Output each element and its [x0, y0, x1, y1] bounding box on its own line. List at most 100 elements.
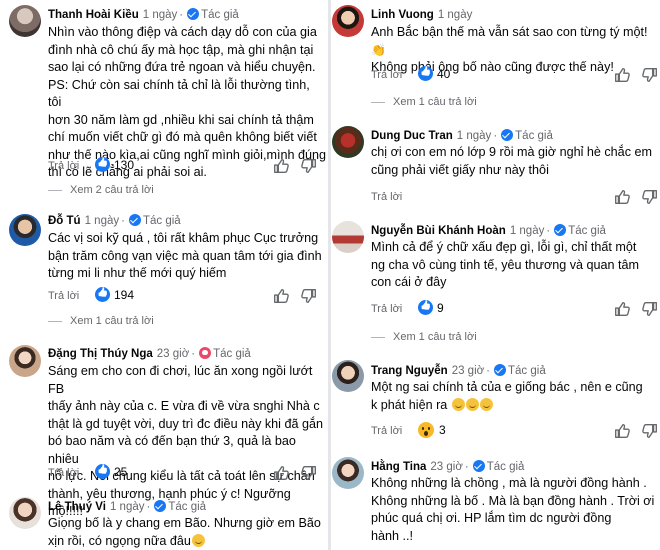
comment-actions: Trả lời 3: [371, 422, 657, 440]
verified-icon: [494, 364, 507, 376]
comment-time[interactable]: 23 giờ: [430, 461, 462, 473]
comment-actions: Trả lời 9: [371, 300, 657, 318]
heart-badge-icon: [199, 347, 212, 359]
like-reaction-icon: [95, 464, 110, 479]
comment-text: Sáng em cho con đi chơi, lúc ăn xong ngồ…: [48, 364, 323, 518]
reply-button[interactable]: Trả lời: [48, 160, 79, 172]
comment-text: chị ơi con em nó lớp 9 rồi mà giờ nghỉ h…: [371, 145, 652, 177]
like-reaction-icon: [418, 300, 433, 315]
dislike-icon[interactable]: [300, 464, 318, 482]
like-icon[interactable]: [613, 300, 631, 318]
avatar[interactable]: [9, 345, 41, 377]
comment-actions: Trả lời 40: [371, 66, 657, 84]
avatar[interactable]: [9, 5, 41, 37]
comment-time[interactable]: 1 ngày: [143, 9, 178, 21]
commenter-name[interactable]: Lê Thuý Vi: [48, 501, 106, 513]
reply-button[interactable]: Trả lời: [371, 191, 402, 203]
reply-button[interactable]: Trả lời: [48, 290, 79, 302]
verified-icon: [472, 460, 485, 472]
comment-time[interactable]: 1 ngày: [510, 225, 545, 237]
comment-time[interactable]: 1 ngày: [110, 501, 145, 513]
avatar[interactable]: [9, 497, 41, 529]
reply-button[interactable]: Trả lời: [371, 425, 402, 437]
avatar[interactable]: [332, 457, 364, 489]
reaction-summary[interactable]: 130: [95, 157, 134, 172]
comment-text: Các vị soi kỹ quá , tôi rất khâm phục Cụ…: [48, 231, 322, 280]
view-replies-button[interactable]: Xem 1 câu trả lời: [48, 315, 154, 327]
like-icon[interactable]: [272, 157, 290, 175]
reaction-summary[interactable]: 3: [418, 422, 446, 438]
like-icon[interactable]: [613, 422, 631, 440]
author-badge: Tác giả: [486, 461, 525, 473]
comments-column-right: Linh Vuong 1 ngày Anh Bắc bận thế mà vẫn …: [331, 0, 660, 550]
like-reaction-icon: [95, 287, 110, 302]
reply-button[interactable]: Trả lời: [371, 303, 402, 315]
verified-icon: [154, 500, 167, 512]
commenter-name[interactable]: Trang Nguyễn: [371, 365, 448, 377]
comment-actions: Trả lời 130: [48, 157, 318, 175]
avatar[interactable]: [9, 214, 41, 246]
author-badge: Tác giả: [568, 225, 606, 237]
comment-text: Giọng bố là y chang em Bão. Nhưng giờ em…: [48, 516, 321, 548]
avatar[interactable]: [332, 5, 364, 37]
author-badge: Tác giả: [201, 9, 239, 21]
reaction-summary[interactable]: 40: [418, 66, 450, 81]
reaction-count: 3: [439, 423, 446, 437]
dislike-icon[interactable]: [300, 157, 318, 175]
reaction-count: 25: [114, 464, 128, 479]
like-icon[interactable]: [272, 464, 290, 482]
comment-actions: Trả lời 194: [48, 287, 318, 305]
comments-column-left: Thanh Hoài Kiều 1 ngày · Tác giả Nhìn vào t…: [0, 0, 328, 550]
commenter-name[interactable]: Linh Vuong: [371, 9, 434, 21]
like-icon[interactable]: [272, 287, 290, 305]
view-replies-button[interactable]: Xem 1 câu trả lời: [371, 331, 477, 343]
like-reaction-icon: [418, 66, 433, 81]
verified-icon: [187, 8, 200, 20]
commenter-name[interactable]: Đặng Thị Thúy Nga: [48, 348, 153, 360]
commenter-name[interactable]: Thanh Hoài Kiều: [48, 9, 139, 21]
commenter-name[interactable]: Hằng Tina: [371, 461, 426, 473]
verified-icon: [554, 224, 567, 236]
author-badge: Tác giả: [213, 348, 251, 360]
reply-button[interactable]: Trả lời: [371, 69, 402, 81]
verified-icon: [128, 214, 141, 226]
avatar[interactable]: [332, 126, 364, 158]
author-badge: Tác giả: [508, 365, 546, 377]
laughing-emoji-icon: [479, 397, 493, 411]
like-icon[interactable]: [613, 188, 631, 206]
smile-emoji-icon: [191, 533, 205, 547]
like-icon[interactable]: [613, 66, 631, 84]
reply-button[interactable]: Trả lời: [48, 467, 79, 479]
commenter-name[interactable]: Đỗ Tú: [48, 215, 81, 227]
view-replies-button[interactable]: Xem 1 câu trả lời: [371, 96, 477, 108]
reaction-count: 9: [437, 300, 444, 315]
avatar[interactable]: [332, 360, 364, 392]
dislike-icon[interactable]: [641, 422, 659, 440]
comment-time[interactable]: 1 ngày: [85, 215, 120, 227]
reaction-summary[interactable]: 194: [95, 287, 134, 302]
commenter-name[interactable]: Dung Duc Tran: [371, 130, 453, 142]
reaction-count: 130: [114, 157, 135, 172]
author-badge: Tác giả: [168, 501, 207, 513]
comment-time[interactable]: 1 ngày: [438, 9, 473, 21]
dislike-icon[interactable]: [641, 66, 659, 84]
comment-text: Một ng sai chính tả của e giống bác , nê…: [371, 380, 643, 412]
comment-time[interactable]: 1 ngày: [457, 130, 492, 142]
comment-actions: Trả lời: [371, 188, 657, 206]
dislike-icon[interactable]: [300, 287, 318, 305]
comment-time[interactable]: 23 giờ: [452, 365, 484, 377]
comment-actions: Trả lời 25: [48, 464, 318, 482]
reaction-summary[interactable]: 9: [418, 300, 444, 315]
reaction-count: 40: [437, 66, 451, 81]
view-replies-button[interactable]: Xem 2 câu trả lời: [48, 184, 154, 196]
comment-time[interactable]: 23 giờ: [157, 348, 189, 360]
dislike-icon[interactable]: [641, 300, 659, 318]
dislike-icon[interactable]: [641, 188, 659, 206]
author-badge: Tác giả: [515, 130, 553, 142]
reaction-summary[interactable]: 25: [95, 464, 127, 479]
commenter-name[interactable]: Nguyễn Bùi Khánh Hoàn: [371, 225, 506, 237]
avatar[interactable]: [332, 221, 364, 253]
clap-emoji-icon: 👏: [371, 42, 386, 57]
laughing-emoji-icon: [465, 397, 479, 411]
laughing-emoji-icon: [451, 397, 465, 411]
